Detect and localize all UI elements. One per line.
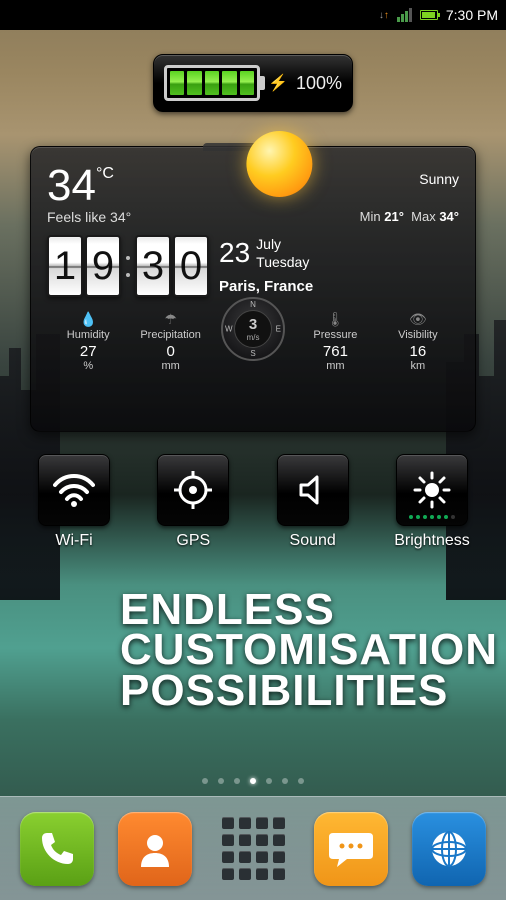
compass-icon: N S W E 3m/s xyxy=(221,297,285,361)
dock xyxy=(0,796,506,900)
min-max: Min 21° Max 34° xyxy=(360,209,459,225)
weather-widget[interactable]: 34°C Sunny Feels like 34° Min 21° Max 34… xyxy=(30,146,476,432)
browser-app[interactable] xyxy=(412,812,486,886)
phone-icon xyxy=(35,827,79,871)
droplet-icon: 💧 xyxy=(47,311,129,327)
globe-icon xyxy=(427,827,471,871)
brightness-toggle[interactable] xyxy=(396,454,468,526)
status-bar: ↓↑ 7:30 PM xyxy=(0,0,506,30)
flip-clock: 1 9 3 0 xyxy=(47,235,209,297)
wifi-label: Wi-Fi xyxy=(28,532,120,550)
promo-text: ENDLESS CUSTOMISATION POSSIBILITIES xyxy=(120,590,498,711)
brightness-level xyxy=(409,515,455,519)
signal-icon xyxy=(397,8,412,22)
precip-meter: ☂ Precipitation 0 mm xyxy=(129,311,211,372)
pressure-meter: 🌡 Pressure 761 mm xyxy=(294,311,376,372)
thermometer-icon: 🌡 xyxy=(294,311,376,327)
date-block: 23 July Tuesday Paris, France xyxy=(219,235,313,297)
battery-icon xyxy=(420,10,438,20)
battery-level-icon xyxy=(164,65,260,101)
current-temp: 34°C xyxy=(47,161,114,211)
data-icon: ↓↑ xyxy=(379,10,389,21)
gps-label: GPS xyxy=(147,532,239,550)
battery-widget[interactable]: ⚡ 100% xyxy=(153,54,353,112)
brightness-label: Brightness xyxy=(386,532,478,550)
battery-percent: 100% xyxy=(296,73,342,94)
visibility-meter: 👁 Visibility 16 km xyxy=(377,311,459,372)
page-indicator[interactable] xyxy=(202,778,304,784)
sound-toggle[interactable] xyxy=(277,454,349,526)
umbrella-icon: ☂ xyxy=(129,311,211,327)
chat-icon xyxy=(327,829,375,869)
feels-like: Feels like 34° xyxy=(47,209,131,225)
status-time: 7:30 PM xyxy=(446,7,498,23)
speaker-icon xyxy=(295,472,331,508)
wifi-toggle[interactable] xyxy=(38,454,110,526)
location: Paris, France xyxy=(219,277,313,297)
contacts-app[interactable] xyxy=(118,812,192,886)
app-drawer[interactable] xyxy=(216,812,290,886)
messages-app[interactable] xyxy=(314,812,388,886)
charging-icon: ⚡ xyxy=(268,73,288,93)
phone-app[interactable] xyxy=(20,812,94,886)
sound-label: Sound xyxy=(267,532,359,550)
grid-icon xyxy=(222,817,285,880)
gps-icon xyxy=(173,470,213,510)
gps-toggle[interactable] xyxy=(157,454,229,526)
wind-meter: N S W E 3m/s xyxy=(212,311,294,372)
person-icon xyxy=(133,827,177,871)
brightness-icon xyxy=(412,470,452,510)
quick-toggles: Wi-Fi GPS Sound xyxy=(28,454,478,550)
wifi-icon xyxy=(53,473,95,507)
humidity-meter: 💧 Humidity 27 % xyxy=(47,311,129,372)
sun-icon xyxy=(246,131,312,197)
eye-icon: 👁 xyxy=(377,311,459,327)
condition-label: Sunny xyxy=(419,171,459,187)
